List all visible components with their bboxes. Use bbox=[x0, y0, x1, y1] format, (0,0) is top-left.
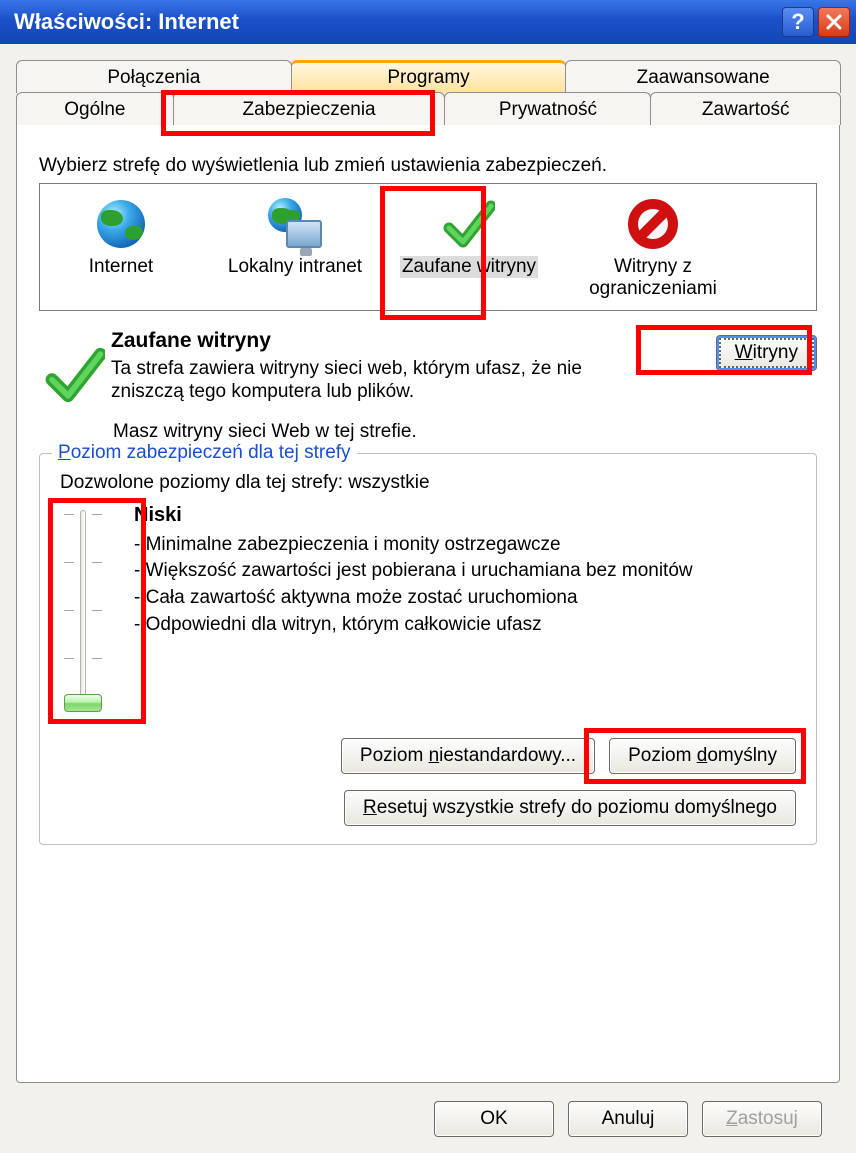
zone-item-trusted-sites[interactable]: Zaufane witryny bbox=[394, 194, 544, 300]
close-button[interactable] bbox=[818, 7, 850, 37]
help-button[interactable]: ? bbox=[782, 7, 814, 37]
cancel-button[interactable]: Anuluj bbox=[568, 1101, 688, 1137]
zone-detail-name: Zaufane witryny bbox=[111, 329, 630, 353]
zone-prompt: Wybierz strefę do wyświetlenia lub zmień… bbox=[39, 155, 817, 177]
globe-icon bbox=[97, 200, 145, 248]
tab-content[interactable]: Zawartość bbox=[650, 92, 841, 125]
intranet-icon bbox=[268, 198, 322, 250]
checkmark-icon bbox=[45, 345, 105, 405]
dialog-buttons: OK Anuluj ZastosujZastosuj bbox=[16, 1083, 840, 1137]
zone-item-local-intranet[interactable]: Lokalny intranet bbox=[220, 194, 370, 300]
titlebar[interactable]: Właściwości: Internet ? bbox=[0, 0, 856, 44]
custom-level-button[interactable]: Poziom niestandardowy...Poziom niestanda… bbox=[341, 738, 595, 774]
allowed-levels-label: Dozwolone poziomy dla tej strefy: wszyst… bbox=[60, 472, 796, 494]
sites-button[interactable]: WWitrynyitryny bbox=[716, 335, 817, 371]
zone-sites-note: Masz witryny sieci Web w tej strefie. bbox=[113, 421, 817, 443]
tab-general[interactable]: Ogólne bbox=[16, 92, 174, 125]
tab-connections[interactable]: Połączenia bbox=[16, 60, 292, 93]
level-name: Niski bbox=[134, 504, 796, 527]
tab-advanced[interactable]: Zaawansowane bbox=[565, 60, 841, 93]
prohibit-icon bbox=[628, 199, 678, 249]
zone-list: Internet Lokalny intranet Zaufane witryn… bbox=[39, 183, 817, 311]
level-description: - Minimalne zabezpieczenia i monity ostr… bbox=[134, 533, 796, 638]
security-level-slider[interactable] bbox=[60, 504, 106, 714]
group-legend: Poziom zabezpieczeń dla tej strefyPoziom… bbox=[52, 442, 357, 464]
checkmark-icon bbox=[443, 198, 495, 250]
zone-item-internet[interactable]: Internet bbox=[46, 194, 196, 300]
zone-detail-icon bbox=[39, 329, 111, 405]
apply-button[interactable]: ZastosujZastosuj bbox=[702, 1101, 822, 1137]
window-title: Właściwości: Internet bbox=[14, 9, 778, 35]
slider-thumb[interactable] bbox=[64, 694, 102, 712]
tab-privacy[interactable]: Prywatność bbox=[444, 92, 651, 125]
reset-all-button[interactable]: Resetuj wszystkie strefy do poziomu domy… bbox=[344, 790, 796, 826]
close-icon bbox=[826, 14, 842, 30]
tabstrip: Połączenia Programy Zaawansowane Ogólne … bbox=[16, 60, 840, 125]
tab-programs[interactable]: Programy bbox=[291, 60, 567, 93]
tab-panel-security: Wybierz strefę do wyświetlenia lub zmień… bbox=[16, 124, 840, 1083]
tab-security[interactable]: Zabezpieczenia bbox=[173, 92, 446, 125]
ok-button[interactable]: OK bbox=[434, 1101, 554, 1137]
zone-detail-desc: Ta strefa zawiera witryny sieci web, któ… bbox=[111, 357, 630, 405]
zone-item-restricted-sites[interactable]: Witryny z ograniczeniami bbox=[568, 194, 738, 300]
security-level-group: Poziom zabezpieczeń dla tej strefyPoziom… bbox=[39, 453, 817, 845]
default-level-button[interactable]: Poziom domyślnyPoziom domyślny bbox=[609, 738, 796, 774]
